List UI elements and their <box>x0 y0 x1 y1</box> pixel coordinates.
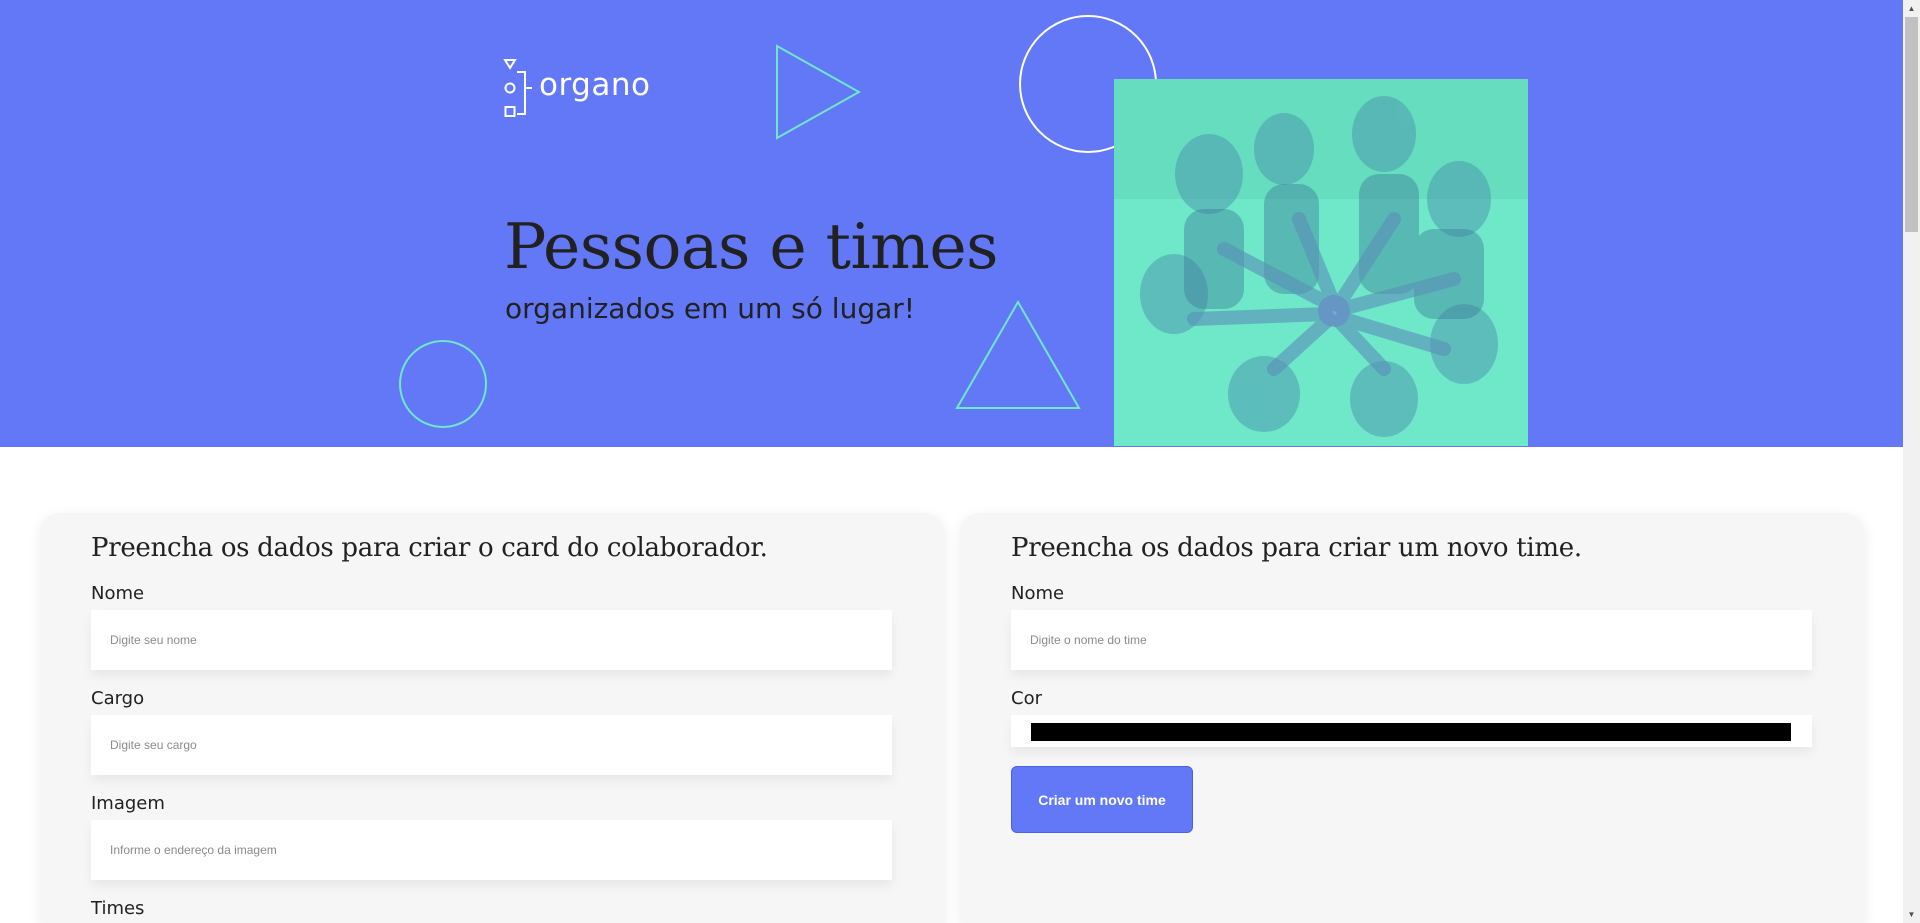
collaborator-form: Preencha os dados para criar o card do c… <box>41 513 944 923</box>
name-input[interactable] <box>91 610 892 670</box>
arrow-down-icon[interactable]: ▼ <box>1903 906 1920 923</box>
role-input[interactable] <box>91 715 892 775</box>
role-label: Cargo <box>91 688 145 709</box>
image-label: Imagem <box>91 793 165 814</box>
page-headline: Pessoas e times <box>504 210 998 283</box>
banner: organo Pessoas e times organizados em um… <box>0 0 1903 447</box>
team-color-picker[interactable] <box>1011 715 1812 747</box>
team-hands-photo <box>1114 79 1528 446</box>
collaborator-form-title: Preencha os dados para criar o card do c… <box>91 533 768 563</box>
triangle-shape-up <box>955 300 1081 409</box>
name-label: Nome <box>91 583 145 604</box>
logo[interactable]: organo <box>503 58 650 118</box>
team-name-input[interactable] <box>1011 610 1812 670</box>
color-swatch <box>1031 723 1791 741</box>
team-name-label: Nome <box>1011 583 1065 604</box>
circle-shape-bottom <box>399 340 487 428</box>
scrollbar-thumb[interactable] <box>1905 17 1918 232</box>
team-form-title: Preencha os dados para criar um novo tim… <box>1011 533 1582 563</box>
create-team-button[interactable]: Criar um novo time <box>1011 766 1193 833</box>
team-color-label: Cor <box>1011 688 1042 709</box>
page-scrollbar[interactable]: ▲ ▼ <box>1903 0 1920 923</box>
image-url-input[interactable] <box>91 820 892 880</box>
page-subheadline: organizados em um só lugar! <box>505 292 915 325</box>
teams-label: Times <box>91 898 145 919</box>
organo-logo-icon <box>503 59 532 117</box>
arrow-up-icon[interactable]: ▲ <box>1903 0 1920 17</box>
page-viewport: organo Pessoas e times organizados em um… <box>0 0 1903 923</box>
team-form: Preencha os dados para criar um novo tim… <box>961 513 1864 923</box>
logo-text: organo <box>539 67 651 103</box>
triangle-shape-right <box>776 44 861 140</box>
